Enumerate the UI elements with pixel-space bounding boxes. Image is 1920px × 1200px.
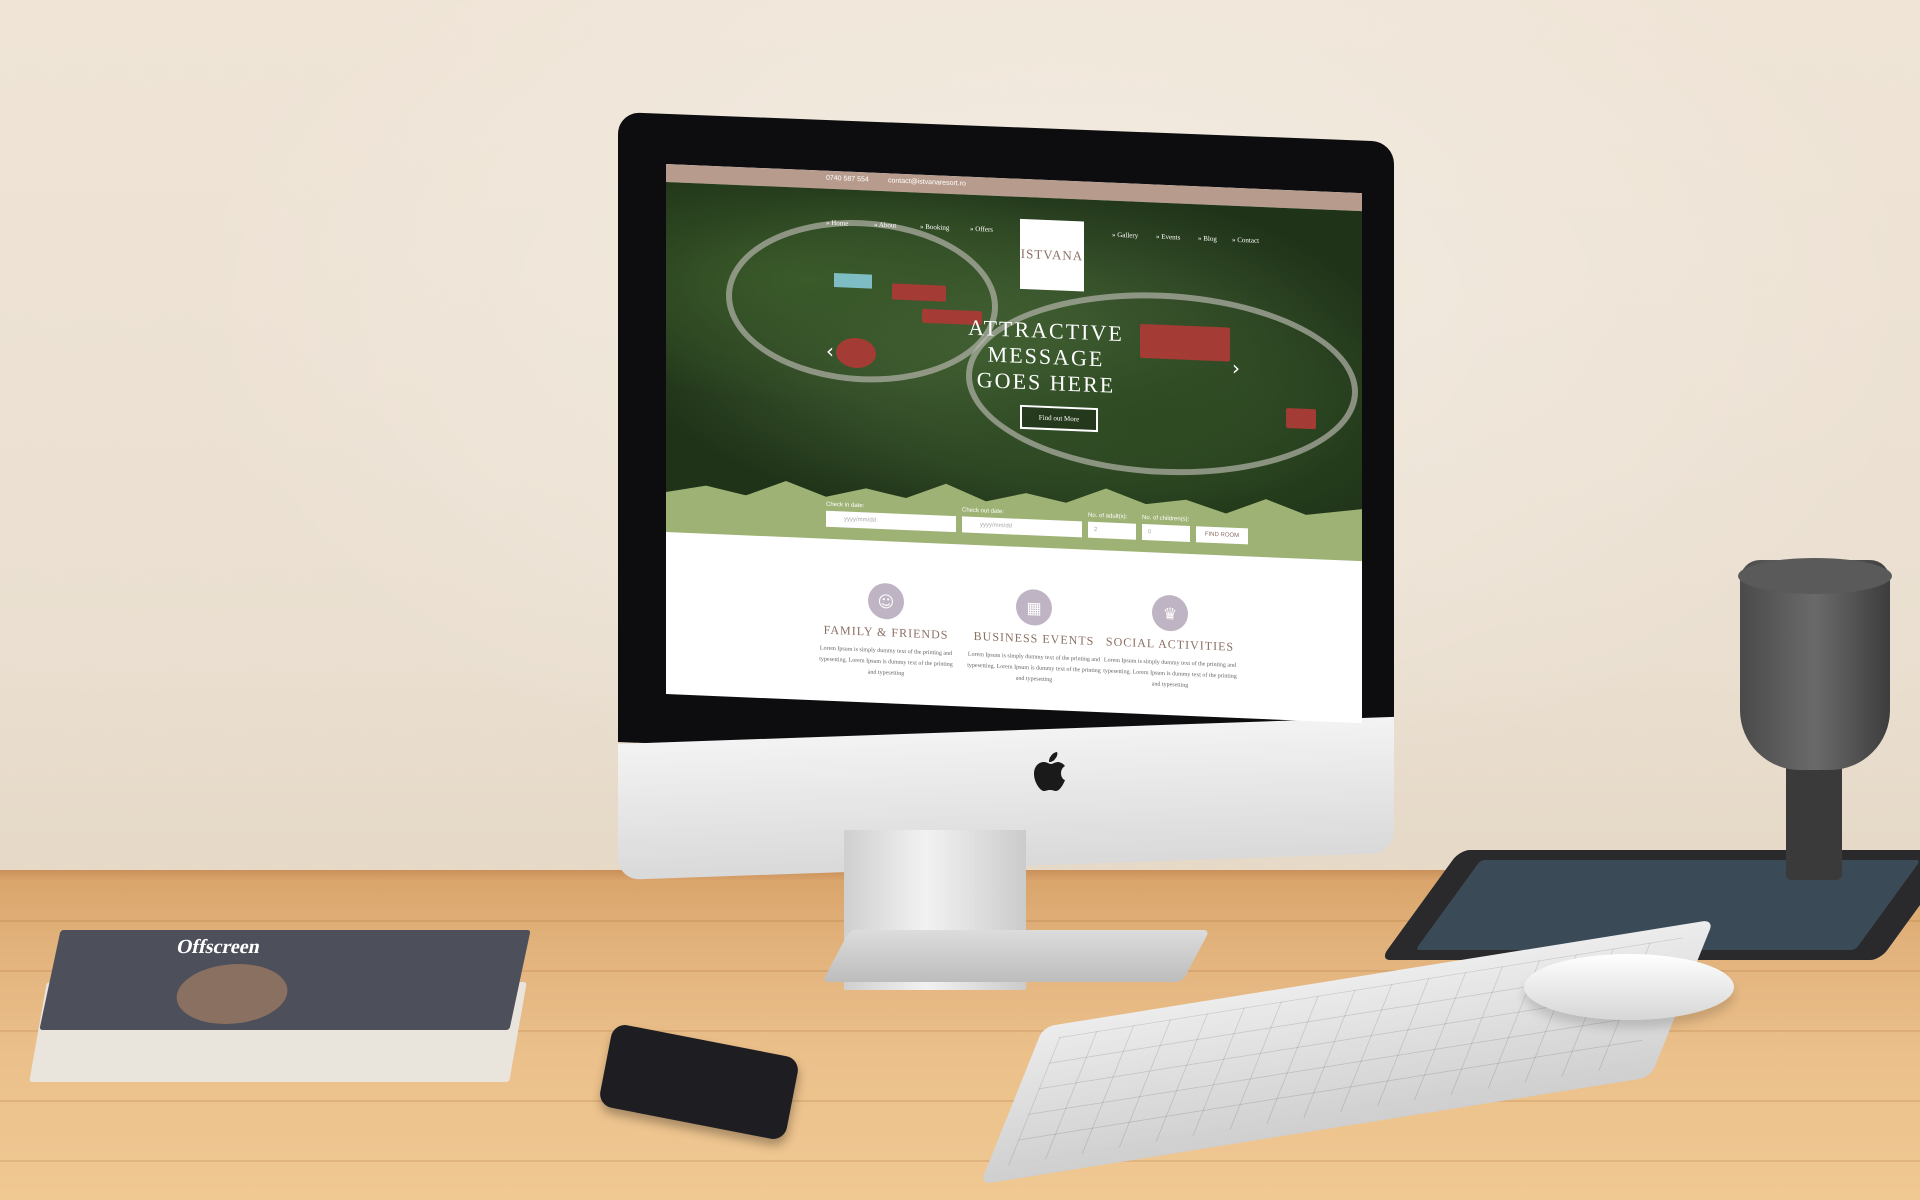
nav-about[interactable]: » About — [874, 221, 896, 230]
nav-gallery[interactable]: » Gallery — [1112, 231, 1138, 240]
phone-number: 0740 587 554 — [826, 174, 869, 184]
magic-mouse — [1524, 954, 1734, 1020]
calendar-icon: ▦ — [1016, 588, 1052, 627]
find-room-button[interactable]: FIND ROOM — [1196, 526, 1248, 545]
hero-headline-line1: ATTRACTIVE MESSAGE — [968, 314, 1124, 372]
feature-text: Lorem Ipsum is simply dummy text of the … — [819, 645, 953, 677]
feature-family: ☺ FAMILY & FRIENDS Lorem Ipsum is simply… — [816, 580, 956, 682]
group-icon: ☺ — [868, 582, 904, 620]
checkin-input[interactable]: yyyy/mm/dd — [826, 510, 956, 533]
apple-logo-icon — [1034, 752, 1065, 791]
imac-stand-foot — [822, 930, 1210, 982]
checkout-input[interactable]: yyyy/mm/dd — [962, 516, 1082, 538]
nav-home[interactable]: » Home — [826, 219, 848, 228]
feature-title: SOCIAL ACTIVITIES — [1105, 634, 1235, 654]
checkin-label: Check in date: — [826, 501, 865, 510]
adults-label: No. of adult(s): — [1088, 512, 1128, 521]
feature-text: Lorem Ipsum is simply dummy text of the … — [1103, 657, 1237, 689]
magazine-title: Offscreen — [174, 936, 263, 958]
hero-banner: » Home » About » Booking » Offers » Gall… — [666, 182, 1362, 540]
children-select[interactable]: 0 — [1142, 523, 1190, 542]
feature-title: FAMILY & FRIENDS — [823, 622, 949, 642]
nav-booking[interactable]: » Booking — [920, 223, 949, 232]
feature-title: BUSINESS EVENTS — [973, 628, 1095, 648]
lamp-arm — [1786, 760, 1842, 880]
email-address[interactable]: contact@istvanaresort.ro — [888, 177, 966, 187]
nav-contact[interactable]: » Contact — [1232, 236, 1259, 245]
lamp-top — [1738, 558, 1892, 594]
magazine-cover: Offscreen — [39, 930, 531, 1030]
nav-blog[interactable]: » Blog — [1198, 234, 1217, 243]
slider-next-icon[interactable]: › — [1232, 356, 1240, 380]
feature-text: Lorem Ipsum is simply dummy text of the … — [967, 651, 1101, 684]
find-out-more-button[interactable]: Find out More — [1020, 404, 1098, 433]
feature-social: ♛ SOCIAL ACTIVITIES Lorem Ipsum is simpl… — [1100, 592, 1240, 694]
site-logo[interactable]: ISTVANA — [1020, 218, 1084, 292]
magazine-portrait — [170, 964, 294, 1024]
children-label: No. of children(s): — [1142, 514, 1190, 523]
website-screen: 0740 587 554 contact@istvanaresort.ro » … — [666, 164, 1362, 724]
adults-select[interactable]: 2 — [1088, 521, 1136, 540]
nav-events[interactable]: » Events — [1156, 233, 1180, 242]
hero-headline: ATTRACTIVE MESSAGE GOES HERE — [946, 314, 1146, 400]
nav-offers[interactable]: » Offers — [970, 225, 993, 234]
trophy-icon: ♛ — [1152, 594, 1188, 632]
slider-prev-icon[interactable]: ‹ — [826, 339, 834, 363]
checkout-label: Check out date: — [962, 507, 1005, 516]
feature-business: ▦ BUSINESS EVENTS Lorem Ipsum is simply … — [964, 586, 1104, 688]
